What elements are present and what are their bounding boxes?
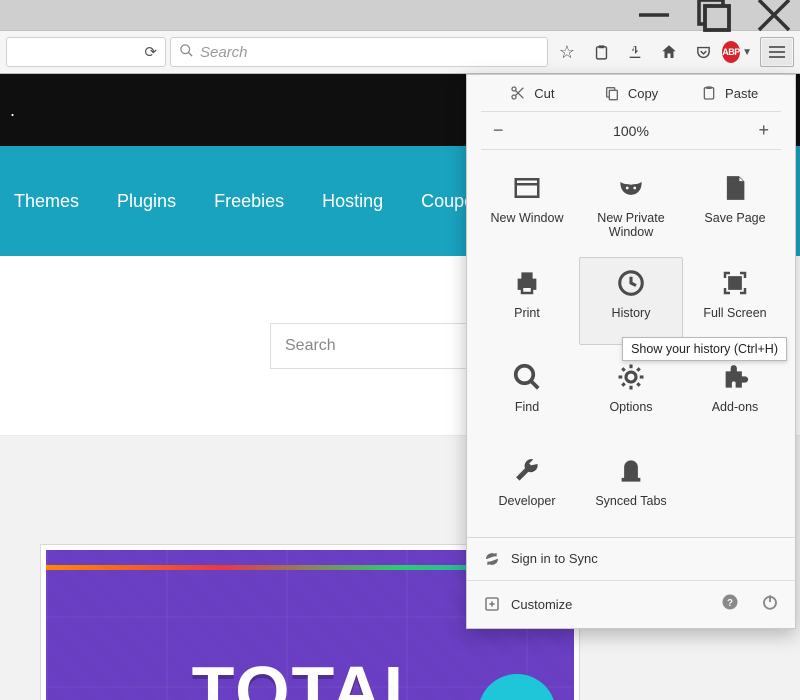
home-icon[interactable] (654, 37, 684, 67)
plus-box-icon (483, 595, 501, 613)
mask-icon (614, 171, 648, 205)
menu-item-label: Synced Tabs (595, 494, 666, 522)
menu-item-label: Add-ons (712, 400, 759, 428)
nav-link-themes[interactable]: Themes (14, 191, 79, 212)
page-search-placeholder: Search (285, 337, 336, 355)
zoom-in-button[interactable]: + (758, 120, 769, 141)
menu-item-wrench[interactable]: Developer (475, 445, 579, 533)
window-minimize-button[interactable] (636, 1, 672, 29)
wrench-icon (510, 454, 544, 488)
browser-toolbar: ⟳ Search ☆ ABP ▼ (0, 30, 800, 74)
find-icon (510, 360, 544, 394)
menu-item-find[interactable]: Find (475, 351, 579, 439)
menu-item-label: Full Screen (703, 306, 766, 334)
menu-item-print[interactable]: Print (475, 257, 579, 345)
window-maximize-button[interactable] (696, 1, 732, 29)
menu-item-puzzle[interactable]: Add-ons (683, 351, 787, 439)
menu-item-fullscreen[interactable]: Full Screen (683, 257, 787, 345)
bookmark-star-icon[interactable]: ☆ (552, 37, 582, 67)
nav-link-freebies[interactable]: Freebies (214, 191, 284, 212)
menu-item-window[interactable]: New Window (475, 162, 579, 251)
gear-icon (614, 360, 648, 394)
menu-item-synced[interactable]: Synced Tabs (579, 445, 683, 533)
reader-clipboard-icon[interactable] (586, 37, 616, 67)
menu-item-mask[interactable]: New Private Window (579, 162, 683, 251)
menu-item-label: Options (609, 400, 652, 428)
window-titlebar (0, 0, 800, 30)
menu-item-label: History (612, 306, 651, 334)
page-icon (718, 171, 752, 205)
nav-link-hosting[interactable]: Hosting (322, 191, 383, 212)
paste-icon (701, 85, 717, 101)
menu-item-page[interactable]: Save Page (683, 162, 787, 251)
scissors-icon (510, 85, 526, 101)
menu-item-gear[interactable]: Options (579, 351, 683, 439)
zoom-level: 100% (613, 123, 649, 139)
menu-item-label: Developer (499, 494, 556, 522)
copy-icon (604, 85, 620, 101)
search-placeholder: Search (200, 44, 248, 61)
search-icon (179, 43, 194, 62)
menu-item-label: Find (515, 400, 539, 428)
print-icon (510, 266, 544, 300)
sync-row[interactable]: Sign in to Sync (467, 538, 795, 580)
help-button[interactable]: ? (721, 593, 739, 616)
menu-item-label: Print (514, 306, 540, 334)
quit-button[interactable] (761, 593, 779, 616)
downloads-icon[interactable] (620, 37, 650, 67)
clipboard-row: Cut Copy Paste (467, 75, 795, 111)
menu-button[interactable] (760, 37, 794, 67)
history-tooltip: Show your history (Ctrl+H) (622, 337, 787, 361)
svg-text:?: ? (727, 598, 733, 609)
zoom-out-button[interactable]: − (493, 120, 504, 141)
menu-item-label: New Window (491, 211, 564, 239)
menu-item-history[interactable]: History (579, 257, 683, 345)
sync-icon (483, 550, 501, 568)
copy-button[interactable]: Copy (582, 85, 681, 101)
paste-button[interactable]: Paste (680, 85, 779, 101)
window-icon (510, 171, 544, 205)
abp-button[interactable]: ABP ▼ (722, 37, 752, 67)
window-close-button[interactable] (756, 1, 792, 29)
pocket-icon[interactable] (688, 37, 718, 67)
menu-item-label: New Private Window (582, 211, 680, 240)
dropdown-caret-icon: ▼ (742, 47, 752, 58)
url-bar[interactable]: ⟳ (6, 37, 166, 67)
hamburger-icon (769, 51, 785, 53)
app-menu-panel: Cut Copy Paste − 100% + New Window New Pr… (466, 74, 796, 629)
menu-item-label: Save Page (704, 211, 765, 239)
menu-footer: Sign in to Sync Customize ? (467, 537, 795, 628)
history-icon (614, 266, 648, 300)
zoom-row: − 100% + (467, 112, 795, 149)
abp-icon: ABP (722, 41, 740, 63)
fullscreen-icon (718, 266, 752, 300)
customize-row[interactable]: Customize (483, 595, 572, 613)
puzzle-icon (718, 360, 752, 394)
reload-icon[interactable]: ⟳ (144, 43, 157, 61)
site-title-fragment: . (10, 100, 15, 121)
cut-button[interactable]: Cut (483, 85, 582, 101)
synced-icon (614, 454, 648, 488)
nav-link-plugins[interactable]: Plugins (117, 191, 176, 212)
search-box[interactable]: Search (170, 37, 548, 67)
